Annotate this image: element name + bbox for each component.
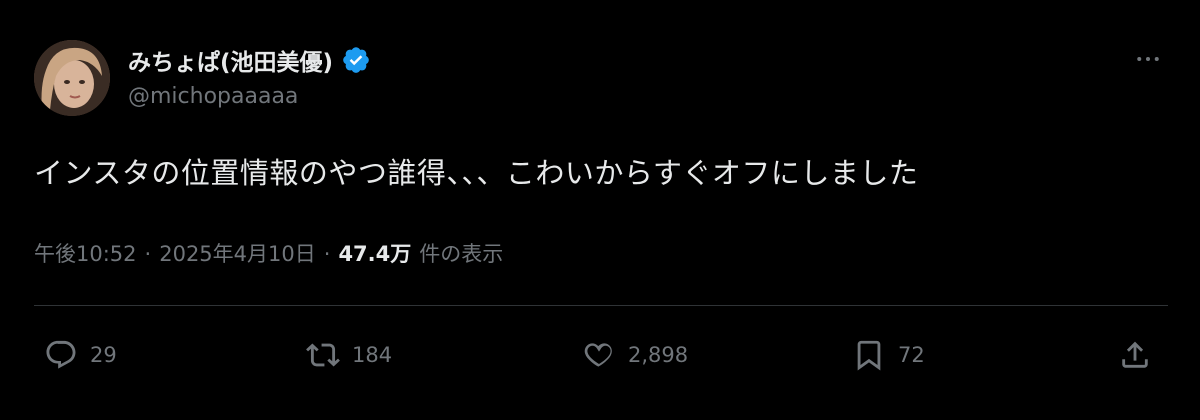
- retweet-count: 184: [352, 343, 393, 367]
- verified-badge-icon[interactable]: [341, 45, 371, 75]
- bookmark-icon: [857, 340, 881, 371]
- more-options-button[interactable]: [1130, 44, 1166, 74]
- avatar-image: [34, 40, 110, 116]
- bookmark-button[interactable]: 72: [852, 330, 925, 380]
- tweet-card: みちょぱ(池田美優) @michopaaaaa インスタの位置情報のやつ誰得、、…: [0, 0, 1200, 420]
- heart-icon: [584, 343, 612, 368]
- meta-separator: ·: [144, 242, 152, 266]
- retweet-button[interactable]: 184: [306, 330, 392, 380]
- meta-separator: ·: [323, 242, 331, 266]
- reply-count: 29: [90, 343, 117, 367]
- tweet-text: インスタの位置情報のやつ誰得、、、こわいからすぐオフにしました: [34, 156, 919, 190]
- like-button[interactable]: 2,898: [582, 330, 688, 380]
- action-bar: 29 184 2,898 72: [34, 330, 1168, 380]
- reply-button[interactable]: 29: [44, 330, 117, 380]
- views-label: 件の表示: [419, 242, 504, 266]
- reply-bubble-icon: [46, 340, 76, 369]
- share-upload-icon: [1122, 341, 1148, 368]
- more-horizontal-icon: [1137, 57, 1159, 61]
- views-count[interactable]: 47.4万: [338, 238, 411, 268]
- author-name-row: みちょぱ(池田美優): [128, 42, 371, 78]
- share-button[interactable]: [1118, 330, 1152, 380]
- author-handle[interactable]: @michopaaaaa: [128, 84, 298, 109]
- retweet-icon: [306, 343, 340, 367]
- bookmark-count: 72: [898, 343, 925, 367]
- like-count: 2,898: [628, 343, 689, 367]
- tweet-time[interactable]: 午後10:52: [34, 238, 137, 268]
- divider: [34, 305, 1168, 306]
- author-display-name[interactable]: みちょぱ(池田美優): [128, 43, 333, 77]
- tweet-date[interactable]: 2025年4月10日: [159, 238, 316, 268]
- tweet-meta: 午後10:52 · 2025年4月10日 · 47.4万 件の表示: [34, 238, 503, 268]
- avatar[interactable]: [34, 40, 110, 116]
